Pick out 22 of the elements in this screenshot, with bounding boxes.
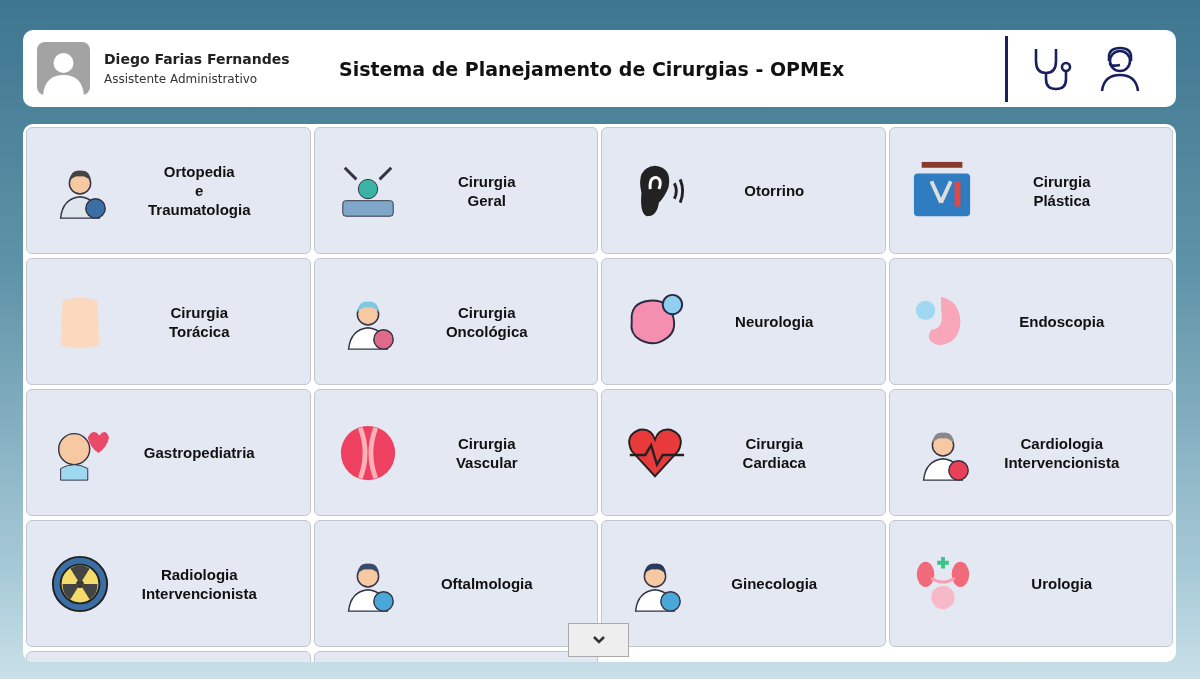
chevron-down-icon bbox=[591, 635, 606, 645]
scroll-down-button[interactable] bbox=[568, 623, 629, 657]
avatar-icon bbox=[37, 42, 90, 95]
specialty-tile[interactable]: Gastropediatria bbox=[26, 389, 311, 516]
specialty-tile[interactable]: Ortopedia e Traumatologia bbox=[26, 127, 311, 254]
specialty-tile[interactable]: Urologia bbox=[888, 520, 1173, 647]
specialty-tile[interactable]: Cardiologia Intervencionista bbox=[888, 389, 1173, 516]
specialty-tile[interactable]: Cirurgia Geral bbox=[313, 127, 598, 254]
specialty-tile[interactable]: Oftalmologia bbox=[313, 520, 598, 647]
specialty-tile[interactable]: Endoscopia bbox=[888, 258, 1173, 385]
user-name: Diego Farias Fernandes bbox=[104, 51, 291, 67]
specialty-tile[interactable]: Cirurgia Plástica bbox=[888, 127, 1173, 254]
app-title: Sistema de Planejamento de Cirurgias - OPMEx bbox=[339, 57, 846, 80]
specialty-tile[interactable]: Cirurgia Torácica bbox=[26, 258, 311, 385]
specialty-tile[interactable]: Cirurgia Oncológica bbox=[313, 258, 598, 385]
specialty-tile[interactable]: Otorrino bbox=[601, 127, 886, 254]
specialty-tile[interactable]: Cirurgia Vascular bbox=[313, 389, 598, 516]
specialty-tile[interactable]: Radiologia Intervencionista bbox=[26, 520, 311, 647]
specialty-tile[interactable]: Cirurgia Cardiaca bbox=[601, 389, 886, 516]
user-role: Assistente Administrativo bbox=[104, 72, 259, 86]
specialty-tile[interactable]: Neurologia bbox=[601, 258, 886, 385]
specialty-tile[interactable]: Ginecologia bbox=[601, 520, 886, 647]
